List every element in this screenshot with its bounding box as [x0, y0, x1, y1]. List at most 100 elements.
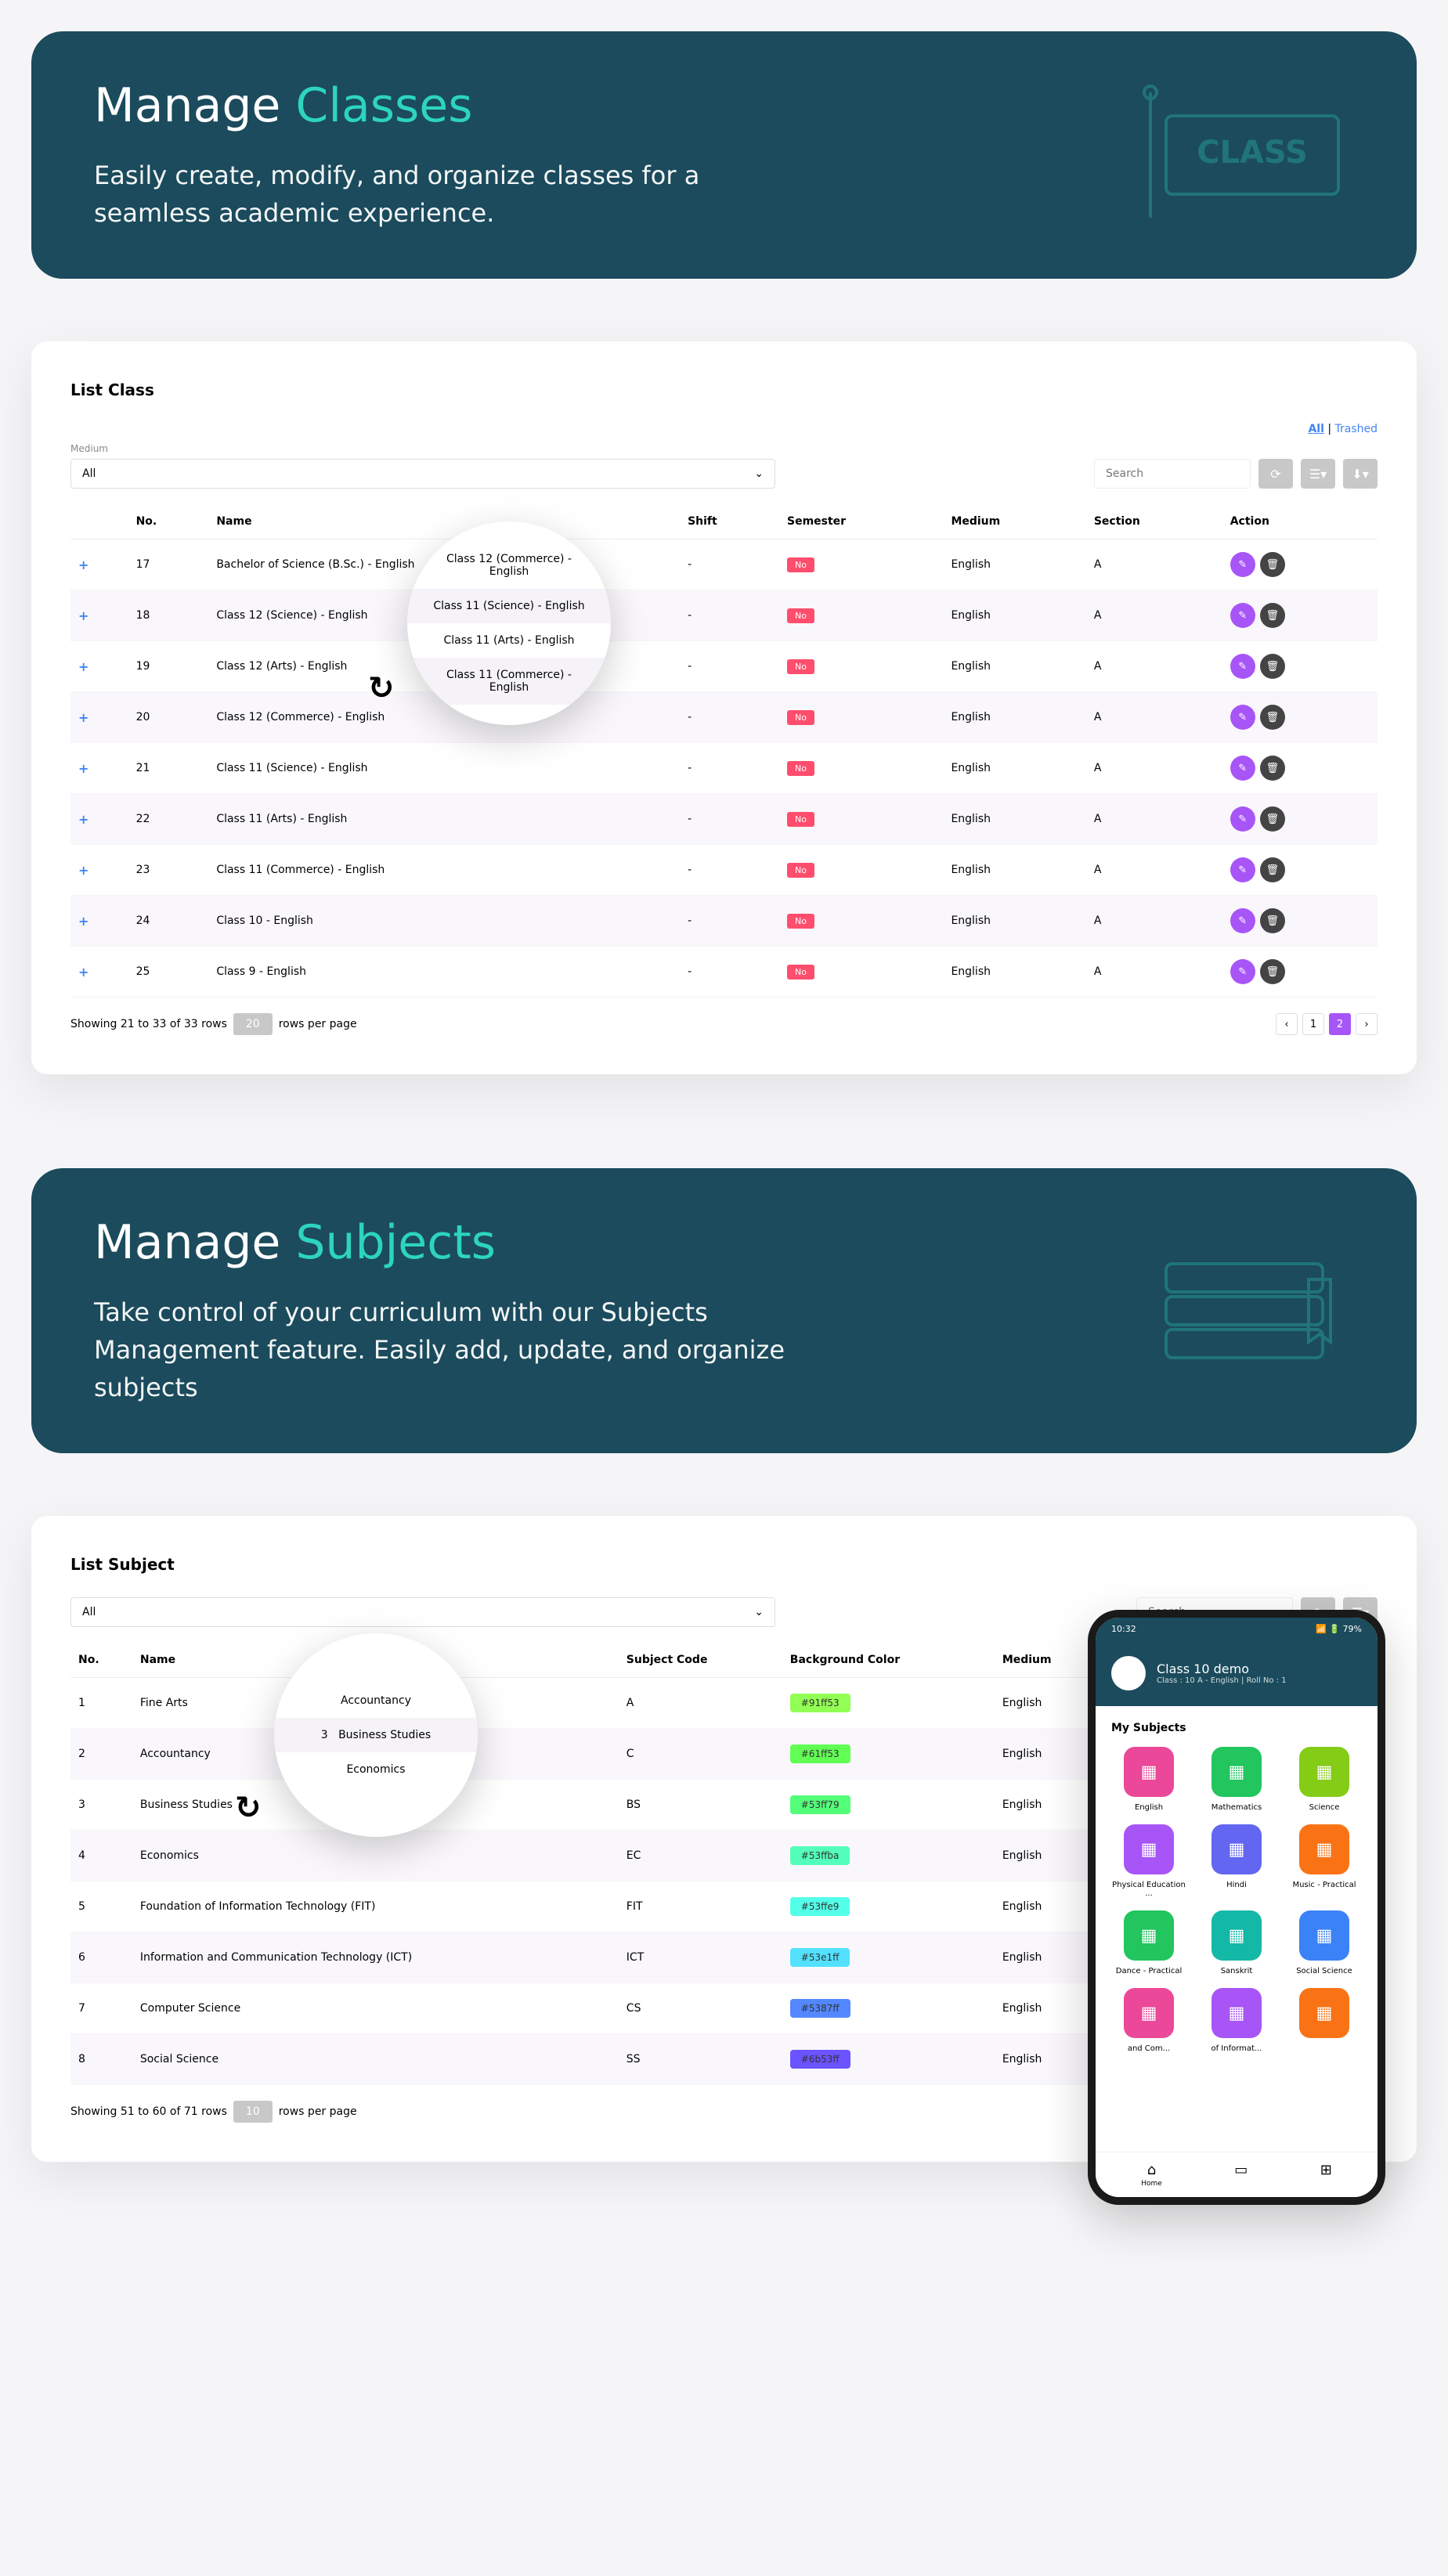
subject-tile[interactable]: ▦ Social Science: [1287, 1910, 1362, 1975]
cell-no: 2: [70, 1729, 132, 1780]
cell-medium: English: [943, 692, 1085, 743]
delete-button[interactable]: 🗑: [1260, 603, 1285, 628]
delete-button[interactable]: 🗑: [1260, 654, 1285, 679]
table-row: +23Class 11 (Commerce) - English-NoEngli…: [70, 845, 1378, 896]
columns-button[interactable]: ☰▾: [1301, 459, 1335, 489]
subject-tile[interactable]: ▦of Informat...: [1199, 1988, 1274, 2053]
page-1[interactable]: 1: [1302, 1013, 1324, 1035]
col-header[interactable]: Name: [208, 504, 680, 539]
nav-item[interactable]: ▭: [1234, 2162, 1248, 2188]
col-header[interactable]: Shift: [680, 504, 779, 539]
subject-label: of Informat...: [1199, 2044, 1274, 2053]
col-header[interactable]: Subject Code: [619, 1643, 782, 1678]
cell-shift: -: [680, 590, 779, 641]
delete-button[interactable]: 🗑: [1260, 552, 1285, 577]
subject-tile[interactable]: ▦Sanskrit: [1199, 1910, 1274, 1975]
semester-badge: No: [787, 914, 814, 929]
rows-per-page[interactable]: 20: [233, 1013, 273, 1035]
refresh-button[interactable]: ⟳: [1258, 459, 1293, 489]
subject-tile[interactable]: ▦Science: [1287, 1747, 1362, 1812]
expand-icon[interactable]: +: [78, 659, 88, 674]
subject-tile[interactable]: ▦Hindi: [1199, 1824, 1274, 1898]
edit-button[interactable]: ✎: [1230, 908, 1255, 933]
edit-button[interactable]: ✎: [1230, 806, 1255, 832]
col-header[interactable]: No.: [70, 1643, 132, 1678]
edit-button[interactable]: ✎: [1230, 603, 1255, 628]
subject-tile[interactable]: ▦Physical Education ...: [1111, 1824, 1186, 1898]
subject-tile[interactable]: ▦Mathematics: [1199, 1747, 1274, 1812]
subject-tile[interactable]: ▦Music - Practical: [1287, 1824, 1362, 1898]
cell-no: 1: [70, 1678, 132, 1729]
arrow-icon: ↻: [368, 670, 395, 706]
nav-icon: ⊞: [1320, 2162, 1332, 2178]
link-trashed[interactable]: Trashed: [1335, 423, 1378, 435]
expand-icon[interactable]: +: [78, 608, 88, 623]
expand-icon[interactable]: +: [78, 863, 88, 878]
list-class-card: List Class All | Trashed Medium All⌄ ⟳ ☰…: [31, 341, 1417, 1074]
cell-name: Class 9 - English: [208, 947, 680, 998]
col-header[interactable]: Action: [1222, 504, 1378, 539]
table-row: +17Bachelor of Science (B.Sc.) - English…: [70, 539, 1378, 590]
edit-button[interactable]: ✎: [1230, 959, 1255, 984]
class-sign-icon: CLASS: [1135, 85, 1354, 225]
medium-select[interactable]: All⌄: [70, 459, 775, 489]
subject-label: Social Science: [1287, 1967, 1362, 1975]
nav-item[interactable]: ⌂Home: [1141, 2162, 1162, 2188]
col-header[interactable]: [70, 504, 128, 539]
col-header[interactable]: No.: [128, 504, 209, 539]
delete-button[interactable]: 🗑: [1260, 959, 1285, 984]
page-next[interactable]: ›: [1356, 1013, 1378, 1035]
edit-button[interactable]: ✎: [1230, 756, 1255, 781]
cell-name: Class 11 (Science) - English: [208, 743, 680, 794]
cell-shift: -: [680, 845, 779, 896]
expand-icon[interactable]: +: [78, 812, 88, 827]
cell-section: A: [1086, 896, 1222, 947]
subject-tile[interactable]: ▦: [1287, 1988, 1362, 2053]
hero-desc: Easily create, modify, and organize clas…: [94, 157, 799, 232]
nav-item[interactable]: ⊞: [1320, 2162, 1332, 2188]
semester-badge: No: [787, 761, 814, 776]
subject-tile[interactable]: ▦and Com...: [1111, 1988, 1186, 2053]
cell-section: A: [1086, 539, 1222, 590]
page-2[interactable]: 2: [1329, 1013, 1351, 1035]
col-header[interactable]: Background Color: [782, 1643, 995, 1678]
export-button[interactable]: ⬇▾: [1343, 459, 1378, 489]
expand-icon[interactable]: +: [78, 914, 88, 929]
subjects-heading: My Subjects: [1111, 1722, 1362, 1734]
col-header[interactable]: Medium: [943, 504, 1085, 539]
expand-icon[interactable]: +: [78, 710, 88, 725]
subject-tile[interactable]: ▦English: [1111, 1747, 1186, 1812]
expand-icon[interactable]: +: [78, 557, 88, 572]
col-header[interactable]: Semester: [779, 504, 943, 539]
page-prev[interactable]: ‹: [1276, 1013, 1298, 1035]
edit-button[interactable]: ✎: [1230, 654, 1255, 679]
cell-no: 25: [128, 947, 209, 998]
subject-filter-select[interactable]: All⌄: [70, 1597, 775, 1627]
link-all[interactable]: All: [1308, 423, 1323, 435]
edit-button[interactable]: ✎: [1230, 857, 1255, 882]
subject-icon: ▦: [1299, 1910, 1349, 1961]
expand-icon[interactable]: +: [78, 965, 88, 980]
col-header[interactable]: Section: [1086, 504, 1222, 539]
expand-icon[interactable]: +: [78, 761, 88, 776]
cell-section: A: [1086, 947, 1222, 998]
cell-no: 6: [70, 1932, 132, 1983]
rows-per-page[interactable]: 10: [233, 2101, 273, 2123]
edit-button[interactable]: ✎: [1230, 552, 1255, 577]
search-input[interactable]: [1094, 459, 1251, 489]
color-pill: #91ff53: [790, 1694, 850, 1712]
cell-shift: -: [680, 794, 779, 845]
cell-name: Economics: [132, 1831, 619, 1881]
subject-tile[interactable]: ▦Dance - Practical: [1111, 1910, 1186, 1975]
subject-icon: ▦: [1299, 1824, 1349, 1874]
delete-button[interactable]: 🗑: [1260, 908, 1285, 933]
delete-button[interactable]: 🗑: [1260, 857, 1285, 882]
delete-button[interactable]: 🗑: [1260, 806, 1285, 832]
cell-medium: English: [943, 743, 1085, 794]
chevron-down-icon: ⌄: [754, 467, 764, 480]
delete-button[interactable]: 🗑: [1260, 756, 1285, 781]
edit-button[interactable]: ✎: [1230, 705, 1255, 730]
delete-button[interactable]: 🗑: [1260, 705, 1285, 730]
hero-classes: Manage Classes Easily create, modify, an…: [31, 31, 1417, 279]
card-title: List Subject: [70, 1555, 1378, 1574]
